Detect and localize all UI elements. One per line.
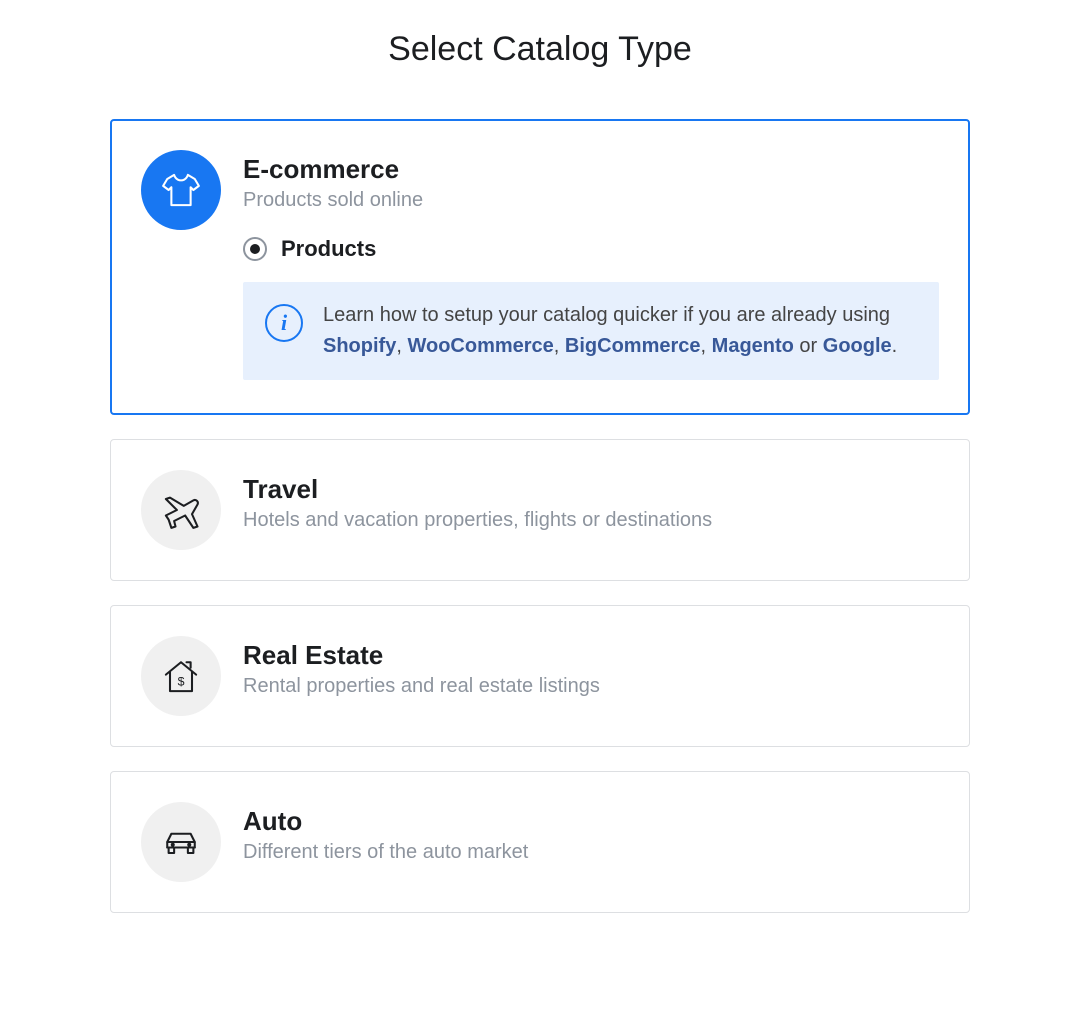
link-google[interactable]: Google <box>823 335 892 357</box>
option-body: Real Estate Rental properties and real e… <box>243 636 939 698</box>
option-title: E-commerce <box>243 154 939 185</box>
option-title: Real Estate <box>243 640 939 671</box>
radio-label: Products <box>281 236 376 262</box>
link-bigcommerce[interactable]: BigCommerce <box>565 335 701 357</box>
car-icon <box>141 802 221 882</box>
option-auto[interactable]: Auto Different tiers of the auto market <box>110 771 970 913</box>
link-shopify[interactable]: Shopify <box>323 335 396 357</box>
option-body: Travel Hotels and vacation properties, f… <box>243 470 939 532</box>
catalog-type-options: E-commerce Products sold online Products… <box>110 119 970 913</box>
option-description: Different tiers of the auto market <box>243 841 939 864</box>
catalog-type-page: Select Catalog Type E-commerce Products … <box>0 0 1080 1034</box>
option-title: Travel <box>243 474 939 505</box>
tshirt-icon <box>141 150 221 230</box>
option-travel[interactable]: Travel Hotels and vacation properties, f… <box>110 439 970 581</box>
info-text-before: Learn how to setup your catalog quicker … <box>323 304 890 326</box>
option-title: Auto <box>243 806 939 837</box>
option-body: E-commerce Products sold online Products… <box>243 150 939 384</box>
link-magento[interactable]: Magento <box>712 335 794 357</box>
option-description: Products sold online <box>243 189 939 212</box>
option-ecommerce[interactable]: E-commerce Products sold online Products… <box>110 119 970 415</box>
option-description: Hotels and vacation properties, flights … <box>243 509 939 532</box>
svg-text:$: $ <box>178 675 185 689</box>
option-description: Rental properties and real estate listin… <box>243 675 939 698</box>
option-body: Auto Different tiers of the auto market <box>243 802 939 864</box>
page-title: Select Catalog Type <box>0 30 1080 69</box>
radio-indicator <box>243 237 267 261</box>
info-icon: i <box>265 304 303 342</box>
sub-options: Products i Learn how to setup your catal… <box>243 236 939 380</box>
info-banner: i Learn how to setup your catalog quicke… <box>243 282 939 380</box>
house-icon: $ <box>141 636 221 716</box>
link-woocommerce[interactable]: WooCommerce <box>407 335 553 357</box>
airplane-icon <box>141 470 221 550</box>
option-real-estate[interactable]: $ Real Estate Rental properties and real… <box>110 605 970 747</box>
info-text: Learn how to setup your catalog quicker … <box>323 300 917 362</box>
radio-products[interactable]: Products <box>243 236 939 262</box>
